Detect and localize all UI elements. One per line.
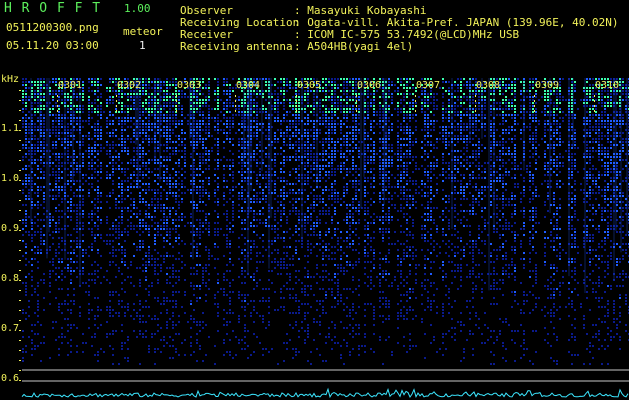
spectrogram	[19, 78, 629, 399]
x-tick-label: 0304	[236, 80, 261, 91]
spectrogram-streaks	[30, 78, 628, 294]
y-tick-label: 0.6	[1, 373, 20, 384]
y-tick-label: 1.0	[1, 173, 20, 184]
x-tick-label: 0306	[357, 80, 382, 91]
x-tick-label: 0302	[117, 80, 142, 91]
x-tick-label: 0309	[535, 80, 560, 91]
y-tick-label: 0.8	[1, 273, 20, 284]
y-axis-unit: kHz	[1, 74, 20, 85]
y-tick-label: 0.7	[1, 323, 20, 334]
y-tick-label: 0.9	[1, 223, 20, 234]
y-tick-label: 1.1	[1, 123, 20, 134]
x-tick-label: 0305	[297, 80, 322, 91]
signal-baseline	[21, 387, 629, 399]
x-tick-label: 0301	[58, 80, 83, 91]
x-tick-label: 0310	[595, 80, 620, 91]
spectrogram-noise	[22, 78, 629, 365]
hrofft-window: H R O F F T 1.00 0511200300.png meteor 0…	[0, 0, 629, 400]
x-tick-label: 0308	[476, 80, 501, 91]
x-tick-label: 0307	[416, 80, 441, 91]
x-tick-label: 0303	[177, 80, 202, 91]
